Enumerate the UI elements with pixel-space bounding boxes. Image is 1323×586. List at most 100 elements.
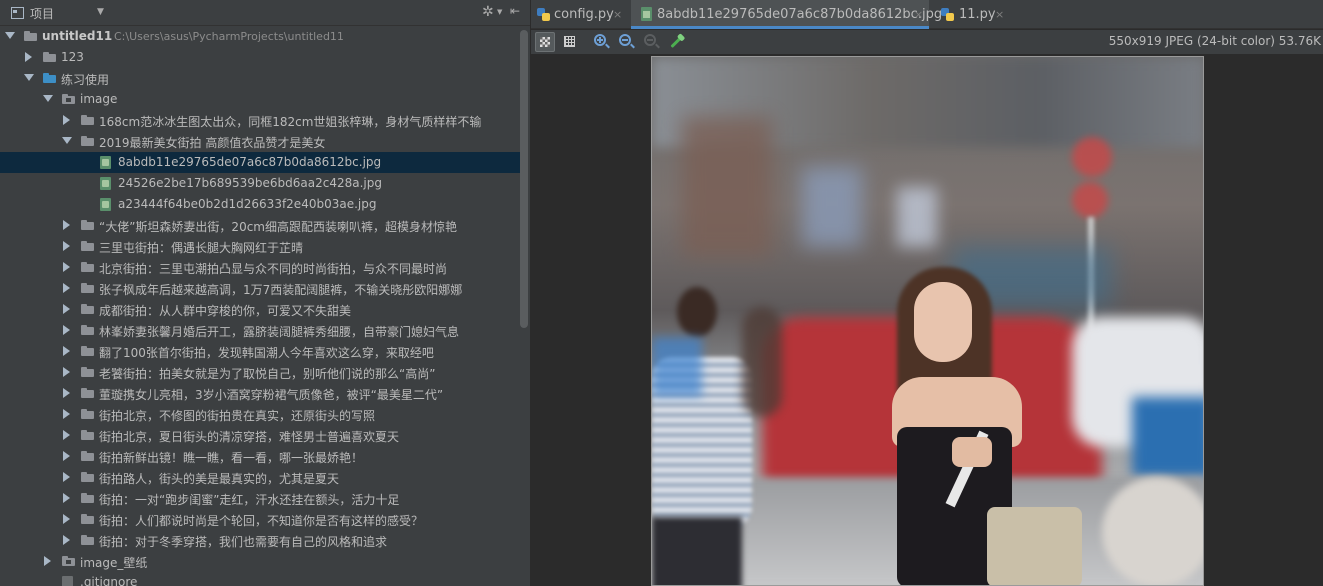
tree-folder-item[interactable]: 成都街拍：从人群中穿梭的你，可爱又不失甜美 — [0, 299, 520, 320]
tab-label: 8abdb11e29765de07a6c87b0da8612bc.jpg — [657, 7, 943, 22]
image-preview[interactable] — [651, 56, 1204, 586]
tree-folder-item[interactable]: .gitignore — [0, 572, 520, 586]
tree-item-label: image_壁纸 — [80, 556, 148, 570]
chessboard-toggle-button[interactable] — [535, 32, 555, 52]
tree-folder-item[interactable]: 张子枫成年后越来越高调，1万7西装配阔腿裤，不输关晓彤欧阳娜娜 — [0, 278, 520, 299]
editor-area: config.py × 8abdb11e29765de07a6c87b0da86… — [531, 0, 1323, 586]
tab-image-file[interactable]: 8abdb11e29765de07a6c87b0da8612bc.jpg × — [631, 0, 942, 29]
close-icon[interactable]: × — [613, 8, 622, 21]
image-file-icon — [641, 7, 652, 21]
project-tree[interactable]: untitled11 C:\Users\asus\PycharmProjects… — [0, 26, 520, 586]
folder-icon — [81, 262, 94, 272]
chevron-down-icon[interactable]: ▼ — [497, 8, 502, 16]
tree-item-label: 北京街拍：三里屯潮拍凸显与众不同的时尚街拍，与众不同最时尚 — [99, 262, 448, 276]
chevron-right-icon[interactable] — [63, 262, 70, 272]
tree-root[interactable]: untitled11 C:\Users\asus\PycharmProjects… — [0, 26, 520, 47]
chevron-right-icon[interactable] — [63, 241, 70, 251]
folder-icon — [81, 241, 94, 251]
tree-file-item[interactable]: 8abdb11e29765de07a6c87b0da8612bc.jpg — [0, 152, 520, 173]
folder-icon — [81, 451, 94, 461]
project-view-selector[interactable]: 项目 — [30, 5, 54, 22]
project-tool-window: 项目 ▼ ✲ ▼ ⇤ untitled11 C:\Users\asus\Pych… — [0, 0, 531, 586]
chevron-right-icon[interactable] — [63, 304, 70, 314]
tree-folder-item[interactable]: 168cm范冰冰生图太出众，同框182cm世姐张梓琳，身材气质样样不输 — [0, 110, 520, 131]
grid-icon — [564, 36, 575, 47]
tree-file-item[interactable]: a23444f64be0b2d1d26633f2e40b03ae.jpg — [0, 194, 520, 215]
tree-folder-item[interactable]: 街拍新鲜出镜！瞧一瞧，看一看，哪一张最娇艳！ — [0, 446, 520, 467]
chevron-right-icon[interactable] — [63, 283, 70, 293]
tab-config-py[interactable]: config.py × — [531, 0, 629, 29]
root-project-name: untitled11 — [42, 29, 113, 43]
chevron-right-icon[interactable] — [63, 535, 70, 545]
tree-folder-item[interactable]: 三里屯街拍：偶遇长腿大胸网红于芷晴 — [0, 236, 520, 257]
zoom-out-button[interactable] — [616, 32, 636, 52]
tree-folder-item[interactable]: image — [0, 89, 520, 110]
eyedropper-icon — [670, 35, 683, 49]
tree-scrollbar[interactable] — [520, 30, 528, 328]
tree-file-item[interactable]: 24526e2be17b689539be6bd6aa2c428a.jpg — [0, 173, 520, 194]
tree-folder-item[interactable]: 街拍北京，夏日街头的清凉穿搭，难怪男士普遍喜欢夏天 — [0, 425, 520, 446]
chevron-right-icon[interactable] — [63, 325, 70, 335]
close-icon[interactable]: × — [995, 8, 1004, 21]
tree-item-label: .gitignore — [80, 575, 138, 586]
tab-label: config.py — [554, 7, 614, 22]
tree-item-label: 街拍新鲜出镜！瞧一瞧，看一看，哪一张最娇艳！ — [99, 451, 364, 465]
actual-size-button[interactable] — [641, 32, 661, 52]
color-picker-button[interactable] — [666, 32, 686, 52]
tree-folder-item[interactable]: 街拍：一对“跑步闺蜜”走红，汗水还挂在额头，活力十足 — [0, 488, 520, 509]
tree-folder-item[interactable]: 2019最新美女街拍 高颜值衣品赞才是美女 — [0, 131, 520, 152]
tree-folder-item[interactable]: 123 — [0, 47, 520, 68]
hide-panel-icon[interactable]: ⇤ — [510, 4, 520, 18]
tree-folder-item[interactable]: 翻了100张首尔街拍，发现韩国潮人今年喜欢这么穿，来取经吧 — [0, 341, 520, 362]
python-file-icon — [537, 8, 550, 21]
grid-toggle-button[interactable] — [560, 32, 580, 52]
tab-11-py[interactable]: 11.py × — [933, 0, 1011, 29]
chevron-right-icon[interactable] — [63, 367, 70, 377]
tree-folder-item[interactable]: 林峯娇妻张馨月婚后开工，露脐装阔腿裤秀细腰，自带豪门媳妇气息 — [0, 320, 520, 341]
folder-icon — [43, 52, 56, 62]
active-tab-indicator — [631, 26, 929, 29]
chevron-right-icon[interactable] — [63, 430, 70, 440]
tree-folder-item[interactable]: 北京街拍：三里屯潮拍凸显与众不同的时尚街拍，与众不同最时尚 — [0, 257, 520, 278]
chevron-right-icon[interactable] — [63, 388, 70, 398]
folder-icon — [43, 73, 56, 83]
chevron-down-icon[interactable]: ▼ — [97, 7, 104, 17]
tree-folder-item[interactable]: 街拍：对于冬季穿搭，我们也需要有自己的风格和追求 — [0, 530, 520, 551]
expand-arrow-icon[interactable] — [5, 32, 15, 39]
folder-icon — [81, 220, 94, 230]
folder-icon — [81, 514, 94, 524]
chevron-right-icon[interactable] — [63, 451, 70, 461]
zoom-in-button[interactable] — [591, 32, 611, 52]
tree-folder-item[interactable]: 老饕街拍：拍美女就是为了取悦自己，别听他们说的那么“高尚” — [0, 362, 520, 383]
zoom-out-icon — [619, 34, 631, 46]
tree-item-label: image — [80, 92, 118, 106]
tree-item-label: 成都街拍：从人群中穿梭的你，可爱又不失甜美 — [99, 304, 352, 318]
project-panel-header: 项目 ▼ ✲ ▼ ⇤ — [0, 0, 530, 26]
tree-folder-item[interactable]: 街拍路人，街头的美是最真实的，尤其是夏天 — [0, 467, 520, 488]
tree-folder-item[interactable]: 练习使用 — [0, 68, 520, 89]
tree-folder-item[interactable]: 董璇携女儿亮相，3岁小酒窝穿粉裙气质像爸，被评“最美星二代” — [0, 383, 520, 404]
chevron-right-icon[interactable] — [63, 514, 70, 524]
gear-icon[interactable]: ✲ — [482, 4, 494, 20]
chevron-right-icon[interactable] — [63, 220, 70, 230]
chevron-down-icon[interactable] — [62, 137, 72, 144]
tree-folder-item[interactable]: 街拍北京，不修图的街拍贵在真实，还原街头的写照 — [0, 404, 520, 425]
tree-item-label: 街拍：对于冬季穿搭，我们也需要有自己的风格和追求 — [99, 535, 388, 549]
chevron-right-icon[interactable] — [63, 409, 70, 419]
chevron-right-icon[interactable] — [63, 472, 70, 482]
folder-icon — [81, 535, 94, 545]
tree-folder-item[interactable]: image_壁纸 — [0, 551, 520, 572]
chevron-right-icon[interactable] — [63, 493, 70, 503]
chevron-right-icon[interactable] — [63, 115, 70, 125]
image-file-icon — [100, 177, 111, 190]
chevron-right-icon[interactable] — [25, 52, 32, 62]
tree-folder-item[interactable]: “大佬”斯坦森娇妻出街，20cm细高跟配西装喇叭裤，超模身材惊艳 — [0, 215, 520, 236]
tree-item-label: 2019最新美女街拍 高颜值衣品赞才是美女 — [99, 136, 326, 150]
chevron-right-icon[interactable] — [44, 556, 51, 566]
close-icon[interactable]: × — [914, 8, 923, 21]
chevron-down-icon[interactable] — [24, 74, 34, 81]
folder-icon — [81, 430, 94, 440]
chevron-right-icon[interactable] — [63, 346, 70, 356]
tree-folder-item[interactable]: 街拍：人们都说时尚是个轮回，不知道你是否有这样的感受？ — [0, 509, 520, 530]
chevron-down-icon[interactable] — [43, 95, 53, 102]
